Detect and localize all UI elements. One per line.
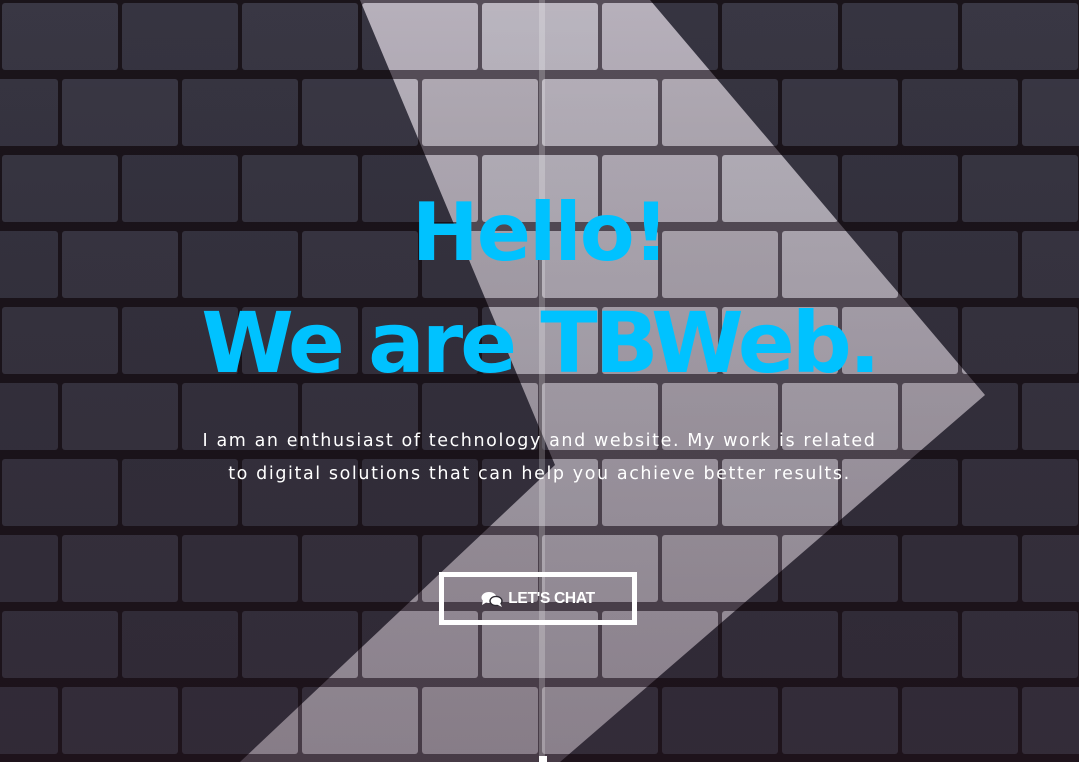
hero-tagline: I am an enthusiast of technology and web… <box>202 431 877 484</box>
headline-line-brand: We are TBWeb. <box>201 294 881 392</box>
hero-section: Hello! We are TBWeb. I am an enthusiast … <box>0 0 1079 762</box>
chat-bubbles-icon <box>481 591 503 607</box>
divider-end-mark <box>539 756 547 762</box>
hero-headline: Hello! We are TBWeb. <box>0 178 1079 398</box>
lets-chat-label: LET'S CHAT <box>508 589 595 607</box>
lets-chat-button[interactable]: LET'S CHAT <box>439 572 637 625</box>
headline-line-hello: Hello! <box>411 186 670 279</box>
